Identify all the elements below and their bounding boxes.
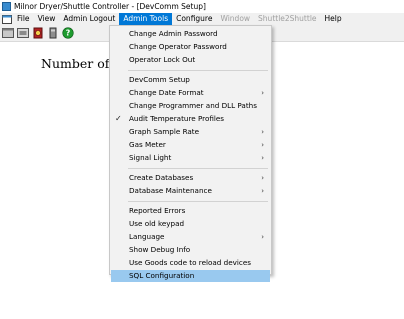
menu-shuttle2shuttle: Shuttle2Shuttle — [258, 14, 317, 23]
checkmark-icon: ✓ — [115, 114, 122, 123]
menu-bar: File View Admin Logout Admin Tools Configure… — [0, 13, 404, 25]
submenu-arrow-icon: › — [261, 174, 264, 182]
svg-text:?: ? — [66, 29, 71, 38]
panel-icon[interactable] — [16, 27, 30, 40]
submenu-arrow-icon: › — [261, 187, 264, 195]
menu-item-use-old-keypad[interactable]: Use old keypad — [111, 218, 270, 230]
title-bar: Milnor Dryer/Shuttle Controller - [DevCo… — [0, 0, 404, 13]
menu-item-database-maintenance[interactable]: Database Maintenance › — [111, 185, 270, 197]
menu-item-label: DevComm Setup — [129, 75, 190, 84]
dryer-icon[interactable] — [31, 27, 45, 40]
window-title: Milnor Dryer/Shuttle Controller - [DevCo… — [14, 2, 206, 11]
admin-tools-menu: Change Admin Password Change Operator Pas… — [109, 25, 272, 282]
menu-item-create-databases[interactable]: Create Databases › — [111, 172, 270, 184]
window-icon[interactable] — [1, 27, 15, 40]
menu-item-language[interactable]: Language › — [111, 231, 270, 243]
submenu-arrow-icon: › — [261, 233, 264, 241]
menu-item-label: Use old keypad — [129, 219, 185, 228]
menu-configure[interactable]: Configure — [172, 13, 216, 25]
menu-item-label: Signal Light — [129, 153, 172, 162]
menu-item-signal-light[interactable]: Signal Light › — [111, 152, 270, 164]
menu-item-label: Operator Lock Out — [129, 55, 196, 64]
menu-item-label: Graph Sample Rate — [129, 127, 200, 136]
submenu-arrow-icon: › — [261, 128, 264, 136]
submenu-arrow-icon: › — [261, 141, 264, 149]
help-icon[interactable]: ? — [61, 27, 75, 40]
menu-item-label: Show Debug Info — [129, 245, 191, 254]
menu-admin-tools[interactable]: Admin Tools — [119, 13, 173, 25]
menu-item-graph-sample-rate[interactable]: Graph Sample Rate › — [111, 126, 270, 138]
menu-item-change-date-format[interactable]: Change Date Format › — [111, 87, 270, 99]
menu-item-devcomm-setup[interactable]: DevComm Setup — [111, 74, 270, 86]
system-menu-icon[interactable] — [1, 14, 13, 24]
menu-item-label: Database Maintenance — [129, 186, 212, 195]
menu-item-label: Gas Meter — [129, 140, 166, 149]
menu-item-label: Change Operator Password — [129, 42, 227, 51]
menu-item-label: Audit Temperature Profiles — [129, 114, 225, 123]
device-icon[interactable] — [46, 27, 60, 40]
menu-view[interactable]: View — [34, 13, 60, 25]
menu-item-use-goods-code-to-reload-devices[interactable]: Use Goods code to reload devices — [111, 257, 270, 269]
menu-item-change-operator-password[interactable]: Change Operator Password — [111, 41, 270, 53]
menu-item-change-admin-password[interactable]: Change Admin Password — [111, 28, 270, 40]
menu-item-label: Change Date Format — [129, 88, 204, 97]
menu-item-label: Use Goods code to reload devices — [129, 258, 252, 267]
menu-item-label: Change Admin Password — [129, 29, 218, 38]
menu-item-label: Language — [129, 232, 165, 241]
menu-item-label: SQL Configuration — [129, 271, 195, 280]
menu-window: Window — [220, 14, 251, 23]
menu-item-show-debug-info[interactable]: Show Debug Info — [111, 244, 270, 256]
submenu-arrow-icon: › — [261, 89, 264, 97]
menu-separator — [128, 168, 268, 169]
submenu-arrow-icon: › — [261, 154, 264, 162]
menu-item-sql-configuration[interactable]: SQL Configuration — [111, 270, 270, 282]
menu-item-label: Reported Errors — [129, 206, 186, 215]
menu-item-audit-temperature-profiles[interactable]: ✓ Audit Temperature Profiles — [111, 113, 270, 125]
menu-separator — [128, 201, 268, 202]
menu-admin-logout[interactable]: Admin Logout — [59, 13, 119, 25]
menu-item-change-programmer-and-dll-paths[interactable]: Change Programmer and DLL Paths — [111, 100, 270, 112]
menu-item-gas-meter[interactable]: Gas Meter › — [111, 139, 270, 151]
menu-file[interactable]: File — [13, 13, 34, 25]
menu-separator — [128, 70, 268, 71]
menu-item-label: Change Programmer and DLL Paths — [129, 101, 257, 110]
menu-item-label: Create Databases — [129, 173, 194, 182]
menu-help[interactable]: Help — [321, 13, 346, 25]
app-icon — [2, 2, 11, 11]
menu-item-operator-lock-out[interactable]: Operator Lock Out — [111, 54, 270, 66]
menu-item-reported-errors[interactable]: Reported Errors — [111, 205, 270, 217]
